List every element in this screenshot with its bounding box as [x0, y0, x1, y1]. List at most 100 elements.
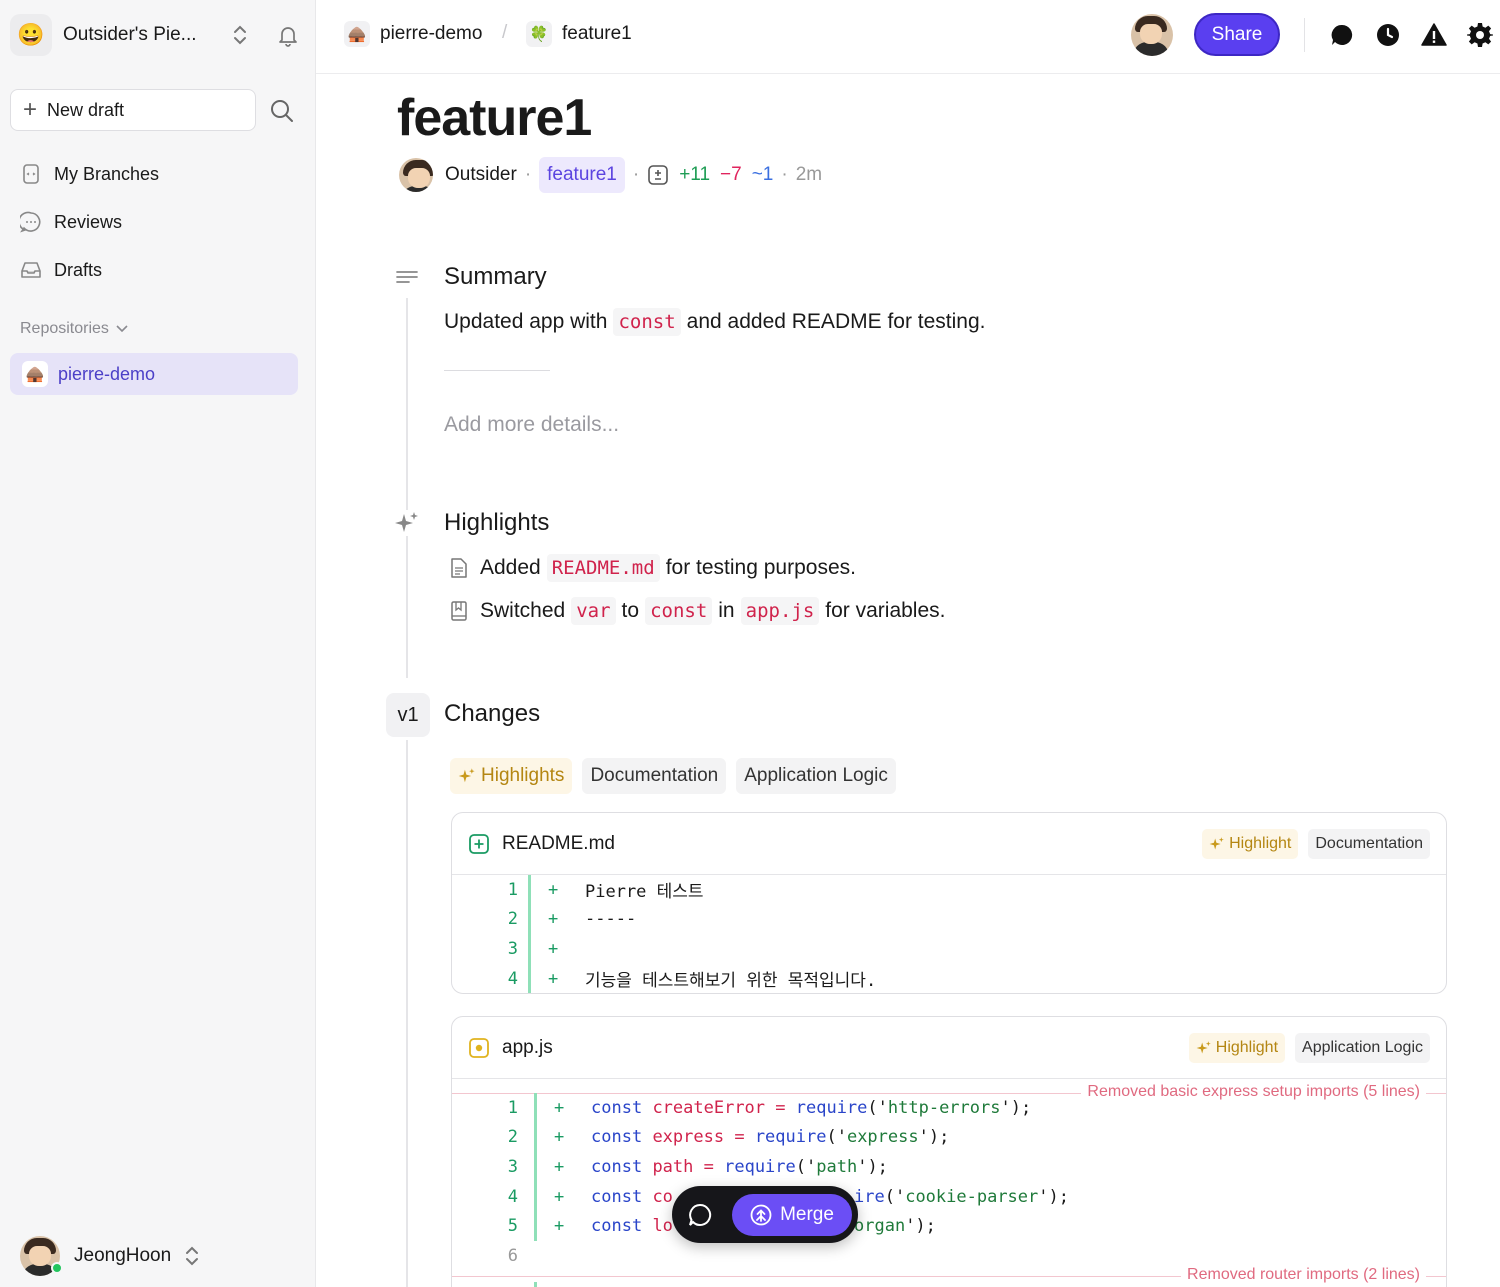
branch-emoji-icon: 🍀 — [526, 21, 552, 47]
highlights-heading: Highlights — [444, 509, 550, 536]
diff-sign: + — [554, 1216, 565, 1237]
sidebar-item-label: Reviews — [54, 211, 123, 232]
file-added-icon — [469, 833, 489, 854]
gear-icon[interactable] — [1467, 22, 1493, 48]
workspace-name: Outsider's Pie... — [63, 24, 197, 45]
diff-line: 1 + const createError = require('http-erro… — [452, 1093, 1446, 1123]
branch-doc-icon — [23, 164, 39, 184]
diff-line: 3 + const path = require('path'); — [452, 1152, 1446, 1182]
inline-code: app.js — [740, 597, 820, 625]
comment-icon[interactable] — [1329, 22, 1355, 48]
merge-button[interactable]: Merge — [732, 1193, 852, 1236]
chat-bubble-icon — [689, 1203, 712, 1226]
diff-line: 5 + const lo organ'); — [452, 1211, 1446, 1241]
additions-count: +11 — [679, 164, 711, 185]
breadcrumb-branch[interactable]: 🍀 feature1 — [526, 21, 632, 47]
summary-text[interactable]: Updated app with const and added README … — [444, 308, 986, 336]
document-icon — [451, 558, 467, 578]
diff-sign: + — [554, 1127, 565, 1148]
tag-label: Highlight — [1229, 834, 1292, 852]
line-number: 5 — [507, 1216, 518, 1237]
clock-icon[interactable] — [1375, 22, 1401, 48]
user-name: JeongHoon — [74, 1245, 172, 1266]
chat-bubble-icon — [20, 211, 41, 233]
removed-lines-note[interactable]: Removed router imports (2 lines) — [1181, 1266, 1426, 1284]
sidebar-item-reviews[interactable]: Reviews — [10, 202, 298, 242]
diff-sign: + — [554, 1186, 565, 1207]
filter-label: Highlights — [481, 765, 565, 786]
share-button[interactable]: Share — [1194, 13, 1280, 56]
sidebar-item-drafts[interactable]: Drafts — [10, 250, 298, 290]
summary-heading: Summary — [444, 263, 547, 290]
meta-dot: · — [632, 164, 640, 185]
breadcrumb-repo[interactable]: 🛖 pierre-demo — [344, 21, 482, 47]
new-draft-label: New draft — [47, 99, 125, 120]
line-number: 1 — [507, 1097, 518, 1118]
version-badge[interactable]: v1 — [386, 693, 430, 737]
code-text: Pierre 테스트 — [585, 882, 704, 903]
diff-sign: + — [548, 938, 559, 959]
highlight-text: in — [718, 599, 735, 622]
sparkle-icon — [1209, 836, 1224, 850]
user-menu[interactable]: JeongHoon — [20, 1236, 201, 1276]
diff-sign: + — [554, 1097, 565, 1118]
inline-code: README.md — [546, 554, 660, 582]
diff-sign: + — [548, 909, 559, 930]
code-text: 기능을 테스트해보기 위한 목적입니다. — [585, 971, 877, 992]
category-tag[interactable]: Documentation — [1308, 828, 1430, 859]
add-details-input[interactable]: Add more details... — [444, 413, 619, 437]
collaborator-avatar[interactable] — [1131, 14, 1173, 56]
breadcrumb-separator: / — [502, 22, 508, 43]
filter-documentation[interactable]: Documentation — [582, 758, 727, 794]
code-text: const co — [591, 1186, 673, 1207]
toolbar-divider — [1304, 18, 1305, 52]
line-number: 3 — [507, 1156, 518, 1177]
highlight-tag[interactable]: Highlight — [1188, 1032, 1286, 1063]
timeline-line — [406, 298, 408, 678]
timeline-line — [406, 740, 408, 1287]
comment-button[interactable] — [678, 1193, 722, 1237]
highlight-tag[interactable]: Highlight — [1202, 828, 1299, 859]
category-tag[interactable]: Application Logic — [1295, 1032, 1430, 1063]
branch-meta: Outsider · feature1 · +11 −7 ~1 · 2m — [399, 156, 822, 194]
sparkle-icon — [458, 768, 475, 783]
changes-heading: Changes — [444, 700, 541, 727]
book-icon — [451, 601, 467, 621]
bell-icon[interactable] — [276, 23, 300, 47]
diff-sign: + — [548, 879, 559, 900]
new-draft-button[interactable]: + New draft — [10, 89, 256, 131]
inline-code: var — [571, 597, 616, 625]
file-diff-readme: README.md Highlight Documentation 1 + Pier… — [451, 812, 1447, 994]
warning-icon[interactable] — [1421, 22, 1447, 48]
file-header[interactable]: README.md Highlight Documentation — [452, 813, 1446, 875]
meta-dot: · — [781, 164, 788, 185]
branch-chip[interactable]: feature1 — [539, 157, 625, 193]
sidebar-item-my-branches[interactable]: My Branches — [10, 154, 298, 194]
filter-highlights[interactable]: Highlights — [450, 758, 573, 794]
search-icon[interactable] — [268, 97, 296, 125]
online-status-dot — [51, 1262, 63, 1274]
updated-age: 2m — [795, 164, 823, 185]
diff-line: 1 + Pierre 테스트 — [452, 875, 1446, 905]
repositories-toggle[interactable]: Repositories — [20, 320, 131, 338]
sidebar-item-label: My Branches — [54, 163, 160, 184]
avatar — [1131, 14, 1173, 56]
sparkle-icon — [1196, 1040, 1211, 1054]
file-header[interactable]: app.js Highlight Application Logic — [452, 1017, 1446, 1079]
line-number: 1 — [507, 879, 518, 900]
sidebar-repo-pierre-demo[interactable]: 🛖 pierre-demo — [10, 353, 298, 395]
diff-sign: + — [548, 968, 559, 989]
highlight-text: for testing purposes. — [665, 556, 856, 579]
repo-emoji-icon: 🛖 — [344, 21, 370, 47]
topbar: 🛖 pierre-demo / 🍀 feature1 Share — [316, 0, 1500, 74]
meta-dot: · — [524, 164, 532, 185]
diff-stat-icon — [648, 165, 669, 185]
diff-line: 2 + const express = require('express'); — [452, 1122, 1446, 1153]
filter-application-logic[interactable]: Application Logic — [736, 758, 896, 794]
workspace-emoji: 😀 — [10, 14, 52, 56]
inline-code: const — [613, 308, 681, 336]
breadcrumb-branch-label: feature1 — [562, 23, 632, 44]
workspace-switcher[interactable]: 😀 Outsider's Pie... — [10, 12, 300, 58]
merge-icon — [750, 1204, 772, 1225]
code-text-tail: ire('cookie-parser'); — [854, 1186, 1069, 1207]
